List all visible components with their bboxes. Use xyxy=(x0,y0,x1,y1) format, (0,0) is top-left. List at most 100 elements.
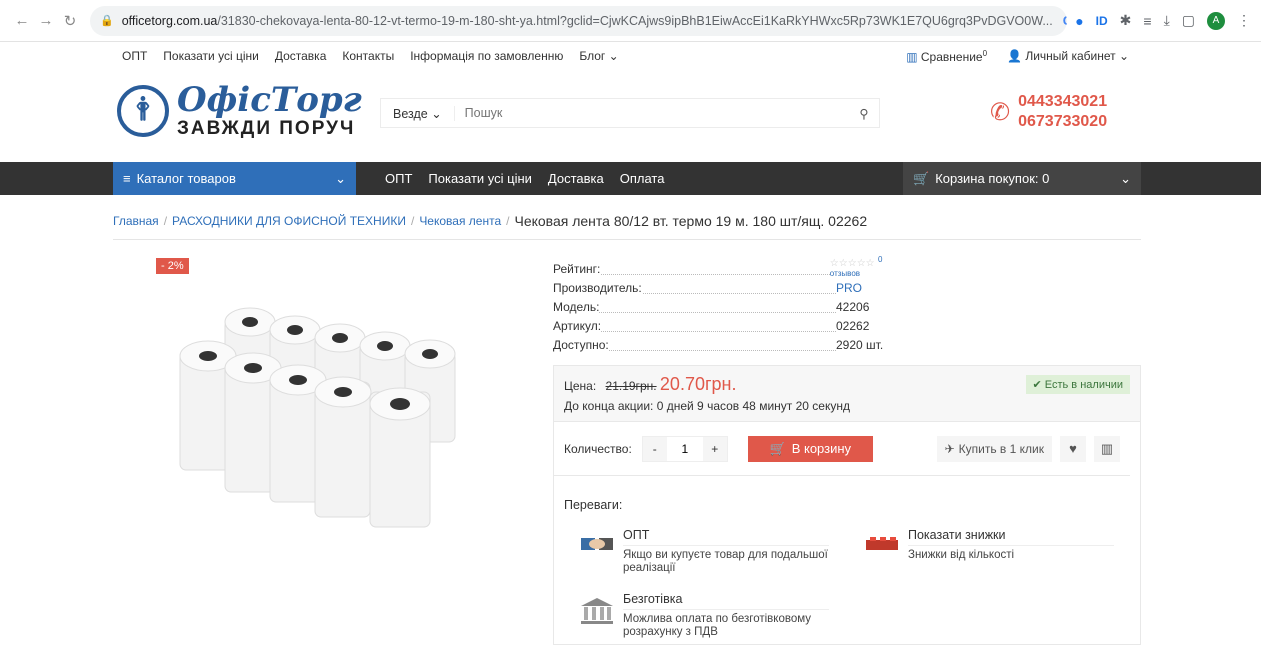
chart-icon: ▥ xyxy=(906,49,918,64)
top-link-opt[interactable]: ОПТ xyxy=(122,49,147,63)
quantity-increase-button[interactable]: + xyxy=(702,436,727,461)
buy-one-click-label: Купить в 1 клик xyxy=(958,441,1044,456)
top-link-prices[interactable]: Показати усі ціни xyxy=(163,49,259,63)
phone-2[interactable]: 0673733020 xyxy=(1018,112,1107,132)
download-icon[interactable]: ⤓ xyxy=(1164,12,1170,29)
phone-icon: ✆ xyxy=(990,98,1011,126)
stock-badge: ✔ Есть в наличии xyxy=(1025,375,1130,394)
spec-label: Модель: xyxy=(553,299,600,314)
reload-icon[interactable]: ↻ xyxy=(58,12,82,30)
extensions-puzzle-icon[interactable]: ✱ xyxy=(1120,12,1132,29)
chart-icon: ▥ xyxy=(1100,440,1114,456)
main-navbar: ≡ Каталог товаров ⌄ ОПТ Показати усі цін… xyxy=(0,162,1261,195)
extension-opera-icon[interactable]: ● xyxy=(1075,13,1083,29)
spec-label: Артикул: xyxy=(553,318,602,333)
extension-id-icon[interactable]: ID xyxy=(1096,14,1108,28)
cart-button[interactable]: 🛒 Корзина покупок: 0 ⌄ xyxy=(903,162,1141,195)
discount-badge: - 2% xyxy=(156,258,189,274)
catalog-label: Каталог товаров xyxy=(136,171,236,186)
add-to-cart-button[interactable]: 🛒 В корзину xyxy=(747,435,873,462)
quantity-stepper: - + xyxy=(641,435,728,462)
old-price: 21.19грн. xyxy=(605,379,657,393)
site-logo[interactable]: 🛉 ОфісТорг ЗАВЖДИ ПОРУЧ xyxy=(117,82,362,140)
logo-emblem-icon: 🛉 xyxy=(117,85,169,137)
spec-row-sku: Артикул: 02262 xyxy=(553,316,913,335)
handshake-icon xyxy=(581,538,613,550)
bank-icon xyxy=(581,598,613,624)
spec-row-availability: Доступно: 2920 шт. xyxy=(553,335,913,354)
spec-value: 2920 шт. xyxy=(836,337,884,352)
search-icon[interactable]: ⚲ xyxy=(849,106,879,121)
new-price: 20.70грн. xyxy=(659,374,737,394)
cart-label: Корзина покупок: 0 xyxy=(935,171,1050,186)
product-specs: Рейтинг: ☆☆☆☆☆ 0 отзывов Производитель: … xyxy=(553,255,913,354)
manufacturer-link[interactable]: PRO xyxy=(836,281,862,295)
spec-label: Производитель: xyxy=(553,280,642,295)
reading-list-icon[interactable]: ≡ xyxy=(1143,13,1151,29)
search-scope-dropdown[interactable]: Везде ⌄ xyxy=(381,105,455,121)
nav-link-opt[interactable]: ОПТ xyxy=(385,171,412,186)
compare-count: 0 xyxy=(982,48,988,58)
back-icon[interactable]: ← xyxy=(10,12,34,29)
compare-button[interactable]: ▥ xyxy=(1094,435,1120,462)
account-link[interactable]: 👤 Личный кабинет ⌄ xyxy=(1007,49,1129,64)
compare-label: Сравнение xyxy=(920,49,983,64)
chevron-down-icon: ⌄ xyxy=(335,170,346,186)
chevron-down-icon: ⌄ xyxy=(1120,170,1131,186)
heart-icon: ♥ xyxy=(1069,441,1077,456)
catalog-menu-button[interactable]: ≡ Каталог товаров ⌄ xyxy=(113,162,356,195)
advantage-text: Якщо ви купуєте товар для подальшої реал… xyxy=(623,549,828,574)
quantity-decrease-button[interactable]: - xyxy=(642,436,667,461)
promo-countdown: До конца акции: 0 дней 9 часов 48 минут … xyxy=(564,399,850,413)
side-panel-icon[interactable]: ▢ xyxy=(1182,12,1195,29)
advantage-item: Безготівка Можлива оплата по безготівков… xyxy=(579,592,829,639)
top-link-delivery[interactable]: Доставка xyxy=(275,49,327,63)
breadcrumb: Главная / РАСХОДНИКИ ДЛЯ ОФИСНОЙ ТЕХНИКИ… xyxy=(113,213,868,229)
cart-icon: 🛒 xyxy=(913,170,930,186)
advantage-item: Показати знижки Знижки від кількості xyxy=(864,528,1114,562)
lock-icon: 🔒 xyxy=(100,15,114,27)
buy-one-click-button[interactable]: ✈ Купить в 1 клик xyxy=(936,435,1052,462)
nav-link-payment[interactable]: Оплата xyxy=(620,171,665,186)
quantity-label: Количество: xyxy=(564,441,632,456)
discount-tags-icon xyxy=(866,537,898,550)
site-header: 🛉 ОфісТорг ЗАВЖДИ ПОРУЧ Везде ⌄ ⚲ ✆ 0443… xyxy=(0,70,1261,162)
top-link-order-info[interactable]: Інформація по замовленню xyxy=(410,49,563,63)
breadcrumb-home[interactable]: Главная xyxy=(113,214,159,228)
top-links-bar: ОПТ Показати усі ціни Доставка Контакты … xyxy=(0,42,1261,70)
google-icon[interactable]: G xyxy=(1063,13,1067,29)
top-link-blog[interactable]: Блог ⌄ xyxy=(579,49,618,63)
search-input[interactable] xyxy=(454,106,849,120)
nav-link-delivery[interactable]: Доставка xyxy=(548,171,604,186)
compare-link[interactable]: ▥ Сравнение0 xyxy=(906,49,987,64)
menu-icon[interactable]: ⋮ xyxy=(1237,12,1251,29)
spec-value: 42206 xyxy=(836,299,870,314)
price-box: Цена: 21.19грн. 20.70грн. До конца акции… xyxy=(553,365,1141,645)
top-link-contacts[interactable]: Контакты xyxy=(342,49,394,63)
logo-name: ОфісТорг xyxy=(177,80,362,120)
price-label: Цена: xyxy=(564,379,597,393)
advantages-title: Переваги: xyxy=(564,498,623,512)
advantage-title: Безготівка xyxy=(623,592,829,610)
profile-avatar[interactable]: A xyxy=(1207,11,1225,30)
product-image[interactable] xyxy=(170,300,480,540)
page-title: Чековая лента 80/12 вт. термо 19 м. 180 … xyxy=(514,213,868,229)
breadcrumb-category[interactable]: РАСХОДНИКИ ДЛЯ ОФИСНОЙ ТЕХНИКИ xyxy=(172,214,406,228)
phone-1[interactable]: 0443343021 xyxy=(1018,92,1107,112)
send-icon: ✈ xyxy=(944,441,955,456)
quantity-input[interactable] xyxy=(666,436,703,461)
wishlist-button[interactable]: ♥ xyxy=(1060,435,1086,462)
spec-row-manufacturer: Производитель: PRO xyxy=(553,278,913,297)
browser-toolbar: ← → ↻ 🔒 officetorg.com.ua /31830-chekova… xyxy=(0,0,1261,42)
cart-icon: 🛒 xyxy=(769,440,786,456)
forward-icon[interactable]: → xyxy=(34,12,58,29)
breadcrumb-subcategory[interactable]: Чековая лента xyxy=(419,214,501,228)
spec-row-model: Модель: 42206 xyxy=(553,297,913,316)
add-to-cart-label: В корзину xyxy=(791,441,852,456)
spec-value: 02262 xyxy=(836,318,870,333)
address-bar[interactable]: 🔒 officetorg.com.ua /31830-chekovaya-len… xyxy=(90,5,1068,36)
nav-link-prices[interactable]: Показати усі ціни xyxy=(428,171,532,186)
divider xyxy=(113,239,1141,240)
advantage-item: ОПТ Якщо ви купуєте товар для подальшої … xyxy=(579,528,829,575)
top-links: ОПТ Показати усі ціни Доставка Контакты … xyxy=(122,49,619,63)
